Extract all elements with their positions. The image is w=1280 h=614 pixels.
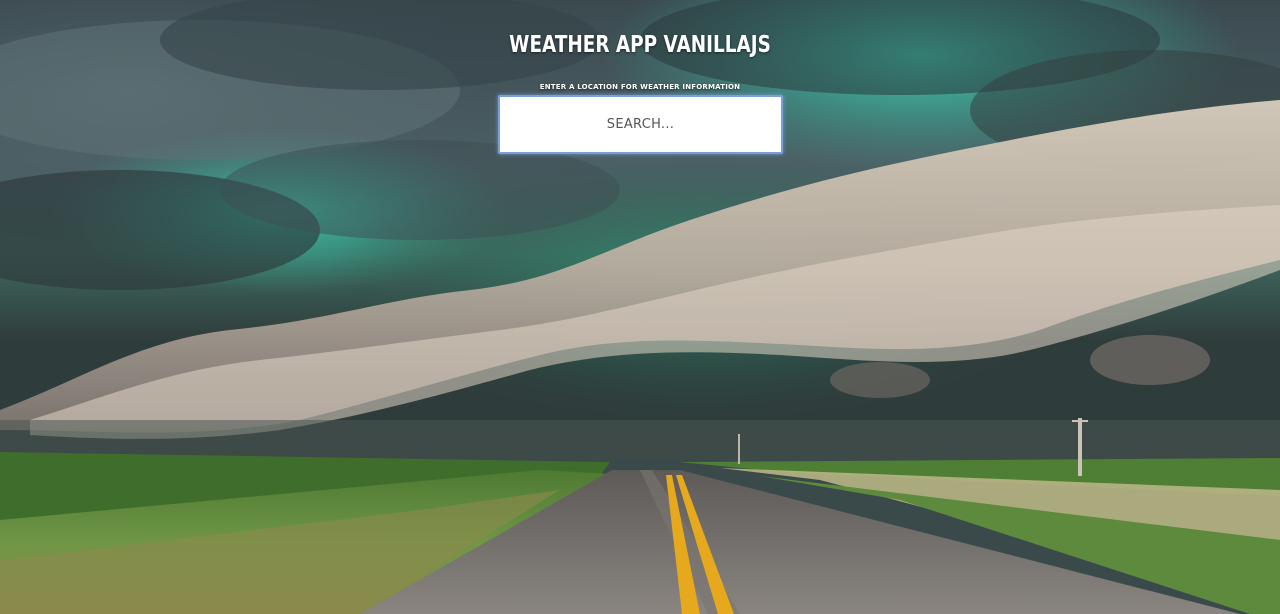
search-hint-label: ENTER A LOCATION FOR WEATHER INFORMATION [539,83,741,91]
app-screen: WEATHER APP VANILLAJS ENTER A LOCATION F… [0,0,1280,614]
search-input[interactable] [498,95,783,154]
background-photo [0,0,1280,614]
page-title: WEATHER APP VANILLAJS [509,32,771,58]
